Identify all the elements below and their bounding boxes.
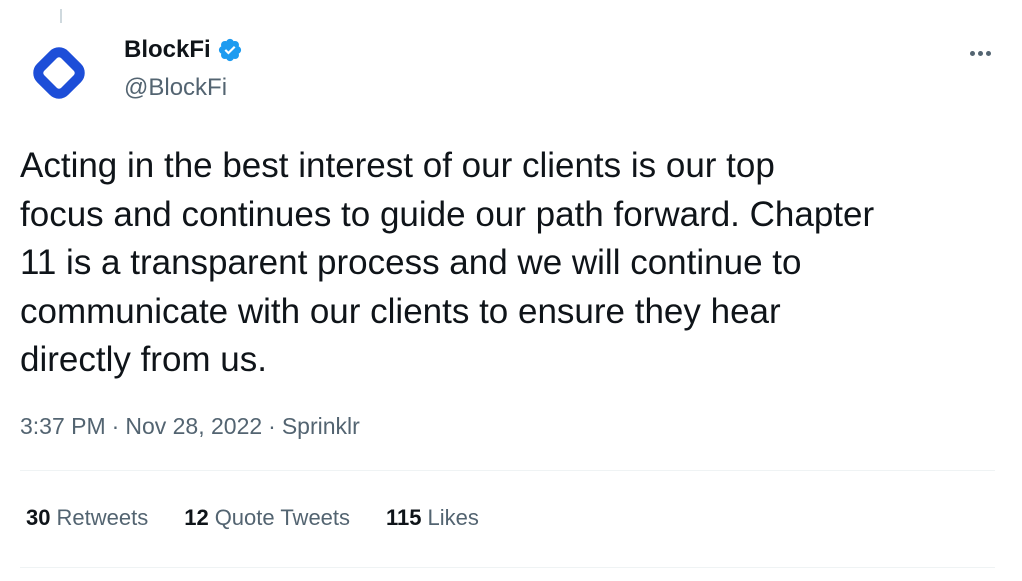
tweet-date[interactable]: Nov 28, 2022: [125, 413, 262, 440]
account-name-row: BlockFi: [124, 36, 243, 64]
likes-stat[interactable]: 115 Likes: [386, 505, 479, 531]
retweets-stat[interactable]: 30 Retweets: [26, 505, 148, 531]
likes-count: 115: [386, 505, 422, 530]
likes-label: Likes: [427, 505, 479, 530]
engagement-stats: 30 Retweets 12 Quote Tweets 115 Likes: [26, 505, 479, 531]
retweets-label: Retweets: [56, 505, 149, 530]
divider-top: [20, 470, 995, 471]
divider-bottom: [20, 567, 995, 568]
tweet-metadata: 3:37 PM · Nov 28, 2022 · Sprinklr: [20, 413, 360, 440]
quote-tweets-label: Quote Tweets: [214, 505, 351, 530]
dot: [969, 50, 975, 56]
tweet-time[interactable]: 3:37 PM: [20, 413, 106, 440]
account-handle[interactable]: @BlockFi: [124, 74, 227, 102]
more-dots-icon[interactable]: [960, 38, 1000, 68]
verified-badge-icon: [218, 38, 241, 62]
blockfi-logo-icon: [33, 47, 85, 99]
avatar[interactable]: [19, 33, 99, 113]
retweets-count: 30: [26, 505, 51, 530]
thread-line: [60, 9, 62, 23]
quote-tweets-count: 12: [184, 505, 209, 530]
meta-separator: ·: [268, 413, 276, 439]
dot: [977, 50, 983, 56]
dot: [985, 50, 991, 56]
quote-tweets-stat[interactable]: 12 Quote Tweets: [184, 505, 350, 531]
tweet-source[interactable]: Sprinklr: [282, 413, 360, 440]
account-name[interactable]: BlockFi: [124, 36, 211, 64]
meta-separator: ·: [111, 413, 120, 439]
tweet-text: Acting in the best interest of our clien…: [20, 146, 875, 379]
